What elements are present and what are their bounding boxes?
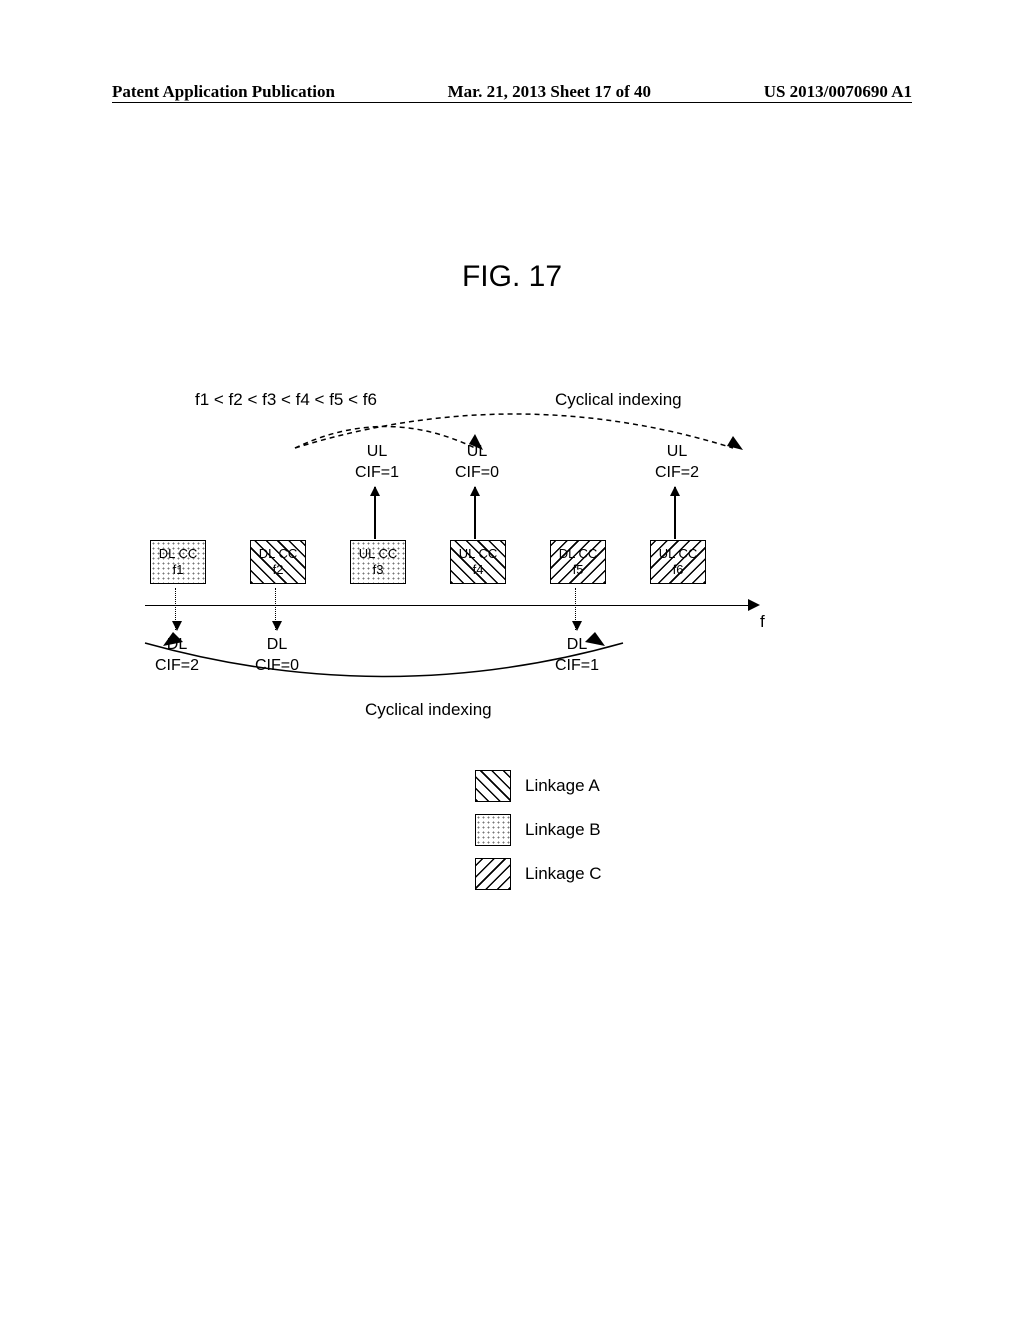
legend-row-c: Linkage C: [475, 858, 602, 890]
axis-label: f: [760, 612, 765, 632]
axis-arrow-icon: [748, 599, 760, 611]
up-arrow-icon: [474, 487, 476, 539]
page-header: Patent Application Publication Mar. 21, …: [0, 78, 1024, 103]
cc-box-f5: DL CCf5: [550, 540, 606, 584]
header-right: US 2013/0070690 A1: [764, 82, 912, 102]
down-arrow-icon: [175, 588, 177, 630]
diagram-container: f1 < f2 < f3 < f4 < f5 < f6 Cyclical ind…: [140, 380, 780, 780]
cc-box-f2: DL CCf2: [250, 540, 306, 584]
down-arrow-icon: [275, 588, 277, 630]
cc-box-f3: UL CCf3: [350, 540, 406, 584]
frequency-axis: [145, 605, 753, 606]
header-center: Mar. 21, 2013 Sheet 17 of 40: [448, 82, 651, 102]
ul-label-0: ULCIF=1: [355, 442, 399, 484]
up-arrow-icon: [674, 487, 676, 539]
ul-label-1: ULCIF=0: [455, 442, 499, 484]
figure-title: FIG. 17: [0, 260, 1024, 294]
ul-label-2: ULCIF=2: [655, 442, 699, 484]
down-arrow-icon: [575, 588, 577, 630]
bottom-cyclical-arc: [145, 640, 625, 695]
cyclical-indexing-label-bottom: Cyclical indexing: [365, 700, 492, 720]
legend-swatch-c: [475, 858, 511, 890]
frequency-order-note: f1 < f2 < f3 < f4 < f5 < f6: [195, 390, 377, 410]
legend-label-b: Linkage B: [525, 820, 601, 840]
legend-swatch-a: [475, 770, 511, 802]
cc-box-f6: UL CCf6: [650, 540, 706, 584]
legend-row-a: Linkage A: [475, 770, 602, 802]
legend-label-c: Linkage C: [525, 864, 602, 884]
cc-box-f4: UL CCf4: [450, 540, 506, 584]
legend-swatch-b: [475, 814, 511, 846]
up-arrow-icon: [374, 487, 376, 539]
legend-label-a: Linkage A: [525, 776, 600, 796]
cc-box-f1: DL CCf1: [150, 540, 206, 584]
legend-row-b: Linkage B: [475, 814, 602, 846]
cyclical-indexing-label-top: Cyclical indexing: [555, 390, 682, 410]
header-left: Patent Application Publication: [112, 82, 335, 102]
legend: Linkage A Linkage B Linkage C: [475, 770, 602, 902]
